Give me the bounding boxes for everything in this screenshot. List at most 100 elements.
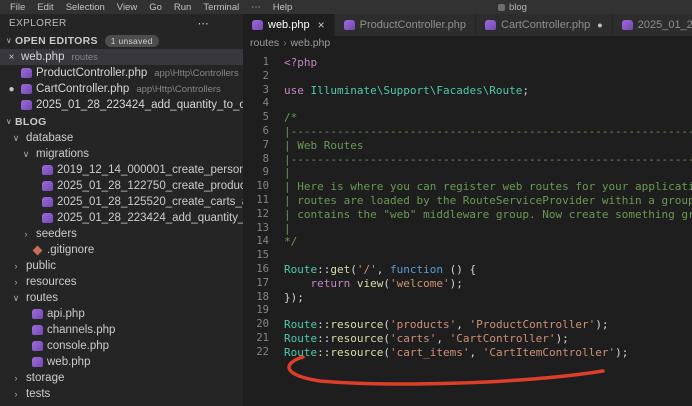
- code-token: );: [615, 345, 629, 359]
- code-line[interactable]: 18});: [243, 291, 692, 305]
- open-editor-item-2025-01-28-223424-add-quantity-to-cart-it[interactable]: 2025_01_28_223424_add_quantity_to_cart_i…: [0, 97, 243, 113]
- workspace-icon: [498, 3, 505, 11]
- code-token: ,: [376, 262, 390, 276]
- tree-item-tests[interactable]: › tests: [0, 386, 243, 402]
- code-token: | contains the "web" middleware group. N…: [284, 207, 692, 221]
- tree-item-api-php[interactable]: api.php: [0, 306, 243, 322]
- tree-item-2019-12-14-000001-create-personal-access-to[interactable]: 2019_12_14_000001_create_personal_access…: [0, 162, 243, 178]
- menu-run[interactable]: Run: [168, 2, 197, 13]
- tree-item-web-php[interactable]: web.php: [0, 354, 243, 370]
- line-number: 2: [262, 69, 269, 82]
- code-editor[interactable]: 1 <?php 2 3 use Illuminate\Support\Facades\R…: [243, 50, 692, 406]
- code-token: Route: [284, 345, 318, 359]
- tab-cartcontroller-php[interactable]: CartController.php ●: [476, 14, 613, 36]
- tab-label: CartController.php: [501, 19, 591, 31]
- code-token: get: [330, 262, 351, 276]
- open-editor-item-productcontroller-php[interactable]: ProductController.php app\Http\Controller…: [0, 65, 243, 81]
- open-editors-label: OPEN EDITORS: [15, 34, 98, 47]
- open-editors-header[interactable]: ∨ OPEN EDITORS 1 unsaved: [0, 32, 243, 49]
- menu-terminal[interactable]: Terminal: [197, 2, 245, 13]
- menu-bar: File Edit Selection View Go Run Terminal ⋯ Help: [0, 2, 298, 13]
- close-file-icon[interactable]: ×: [6, 52, 17, 63]
- tab-productcontroller-php[interactable]: ProductController.php: [334, 14, 477, 36]
- php-file-icon: [42, 165, 53, 175]
- code-token: ::: [317, 331, 331, 345]
- more-actions-icon[interactable]: ⋯: [198, 17, 209, 30]
- tree-item-2025-01-28-122750-create-products-php[interactable]: 2025_01_28_122750_create_products.php: [0, 178, 243, 194]
- tree-item-database[interactable]: ∨ database: [0, 130, 243, 146]
- file-name: 2025_01_28_223424_add_quantity_to_cart_i…: [36, 99, 243, 111]
- code-line[interactable]: 14 */: [243, 235, 692, 249]
- menu-file[interactable]: File: [4, 2, 31, 13]
- code-token: 'carts': [389, 331, 437, 345]
- menu-selection[interactable]: Selection: [60, 2, 111, 13]
- code-line[interactable]: 13 |: [243, 222, 692, 236]
- code-line[interactable]: 6 |--------------------------------------…: [243, 125, 692, 139]
- line-number: 21: [256, 331, 269, 344]
- code-line[interactable]: 20 Route::resource('products', 'ProductCo…: [243, 318, 692, 332]
- code-line[interactable]: 2: [243, 70, 692, 84]
- code-line[interactable]: 1 <?php: [243, 56, 692, 70]
- code-line[interactable]: 22 Route::resource('cart_items', 'CartIte…: [243, 346, 692, 360]
- breadcrumb-item-routes[interactable]: routes: [250, 37, 279, 49]
- tab-label: 2025_01_28_22342...: [637, 19, 692, 31]
- tree-item-seeders[interactable]: › seeders: [0, 226, 243, 242]
- code-line[interactable]: 9 |: [243, 166, 692, 180]
- code-text: <?php: [284, 56, 317, 70]
- code-line[interactable]: 19: [243, 304, 692, 318]
- file-name: console.php: [47, 340, 110, 352]
- breadcrumb-item-web-php[interactable]: web.php: [291, 37, 331, 49]
- tab-web-php[interactable]: web.php ×: [243, 14, 335, 36]
- code-line[interactable]: 11 | routes are loaded by the RouteServic…: [243, 194, 692, 208]
- editor-group: web.php × ProductController.php CartControl…: [243, 14, 692, 406]
- code-token: |: [284, 166, 291, 180]
- code-token: return: [310, 276, 351, 290]
- code-token: | routes are loaded by the RouteServiceP…: [284, 193, 692, 207]
- code-line[interactable]: 16 Route::get('/', function () {: [243, 263, 692, 277]
- tree-item-2025-01-28-125520-create-carts-and-cart-ite[interactable]: 2025_01_28_125520_create_carts_and_cart_…: [0, 194, 243, 210]
- menu-view[interactable]: View: [111, 2, 143, 13]
- code-line[interactable]: 4: [243, 97, 692, 111]
- code-line[interactable]: 12 | contains the "web" middleware group.…: [243, 208, 692, 222]
- code-token: ::: [317, 318, 331, 332]
- tab-label: ProductController.php: [359, 19, 467, 31]
- code-token: resource: [330, 331, 384, 345]
- tree-item-routes[interactable]: ∨ routes: [0, 290, 243, 306]
- menu-edit[interactable]: Edit: [31, 2, 59, 13]
- code-text: Route::resource('cart_items', 'CartItemC…: [284, 346, 628, 360]
- open-editor-item-cartcontroller-php[interactable]: ● CartController.php app\Http\Controllers: [0, 81, 243, 97]
- root-folder-header[interactable]: ∨ BLOG: [0, 113, 243, 130]
- code-token: Route: [284, 262, 318, 276]
- code-line[interactable]: 5 /*: [243, 111, 692, 125]
- php-file-icon: [343, 20, 355, 30]
- tree-item-storage[interactable]: › storage: [0, 370, 243, 386]
- code-text: | contains the "web" middleware group. N…: [284, 208, 692, 222]
- tree-item-2025-01-28-223424-add-quantity-to-cart-item[interactable]: 2025_01_28_223424_add_quantity_to_cart_i…: [0, 210, 243, 226]
- open-editor-item-web-php[interactable]: × web.php routes: [0, 49, 243, 65]
- code-token: );: [555, 331, 569, 345]
- code-line[interactable]: 7 | Web Routes: [243, 139, 692, 153]
- close-tab-icon[interactable]: ×: [318, 18, 325, 32]
- file-name: CartController.php: [36, 83, 130, 95]
- tab-2025-01-28-22342[interactable]: 2025_01_28_22342...: [612, 14, 692, 36]
- tree-item-migrations[interactable]: ∨ migrations: [0, 146, 243, 162]
- code-token: ::: [317, 262, 331, 276]
- code-line[interactable]: 8 |--------------------------------------…: [243, 153, 692, 167]
- code-line[interactable]: 21 Route::resource('carts', 'CartControll…: [243, 332, 692, 346]
- tree-item-resources[interactable]: › resources: [0, 274, 243, 290]
- code-line[interactable]: 10 | Here is where you can register web r…: [243, 180, 692, 194]
- menu-go[interactable]: Go: [143, 2, 168, 13]
- menu-help[interactable]: Help: [267, 2, 299, 13]
- tree-item-console-php[interactable]: console.php: [0, 338, 243, 354]
- tree-item-gitignore[interactable]: .gitignore: [0, 242, 243, 258]
- code-line[interactable]: 17 return view('welcome');: [243, 277, 692, 291]
- chevron-down-icon: ∨: [5, 117, 13, 126]
- line-number: 15: [256, 249, 269, 262]
- tree-item-channels-php[interactable]: channels.php: [0, 322, 243, 338]
- chevron-down-icon: ∨: [12, 292, 20, 303]
- file-name: public: [26, 260, 57, 272]
- code-line[interactable]: 3 use Illuminate\Support\Facades\Route;: [243, 84, 692, 98]
- code-line[interactable]: 15: [243, 249, 692, 263]
- menu-more[interactable]: ⋯: [245, 2, 267, 13]
- tree-item-public[interactable]: › public: [0, 258, 243, 274]
